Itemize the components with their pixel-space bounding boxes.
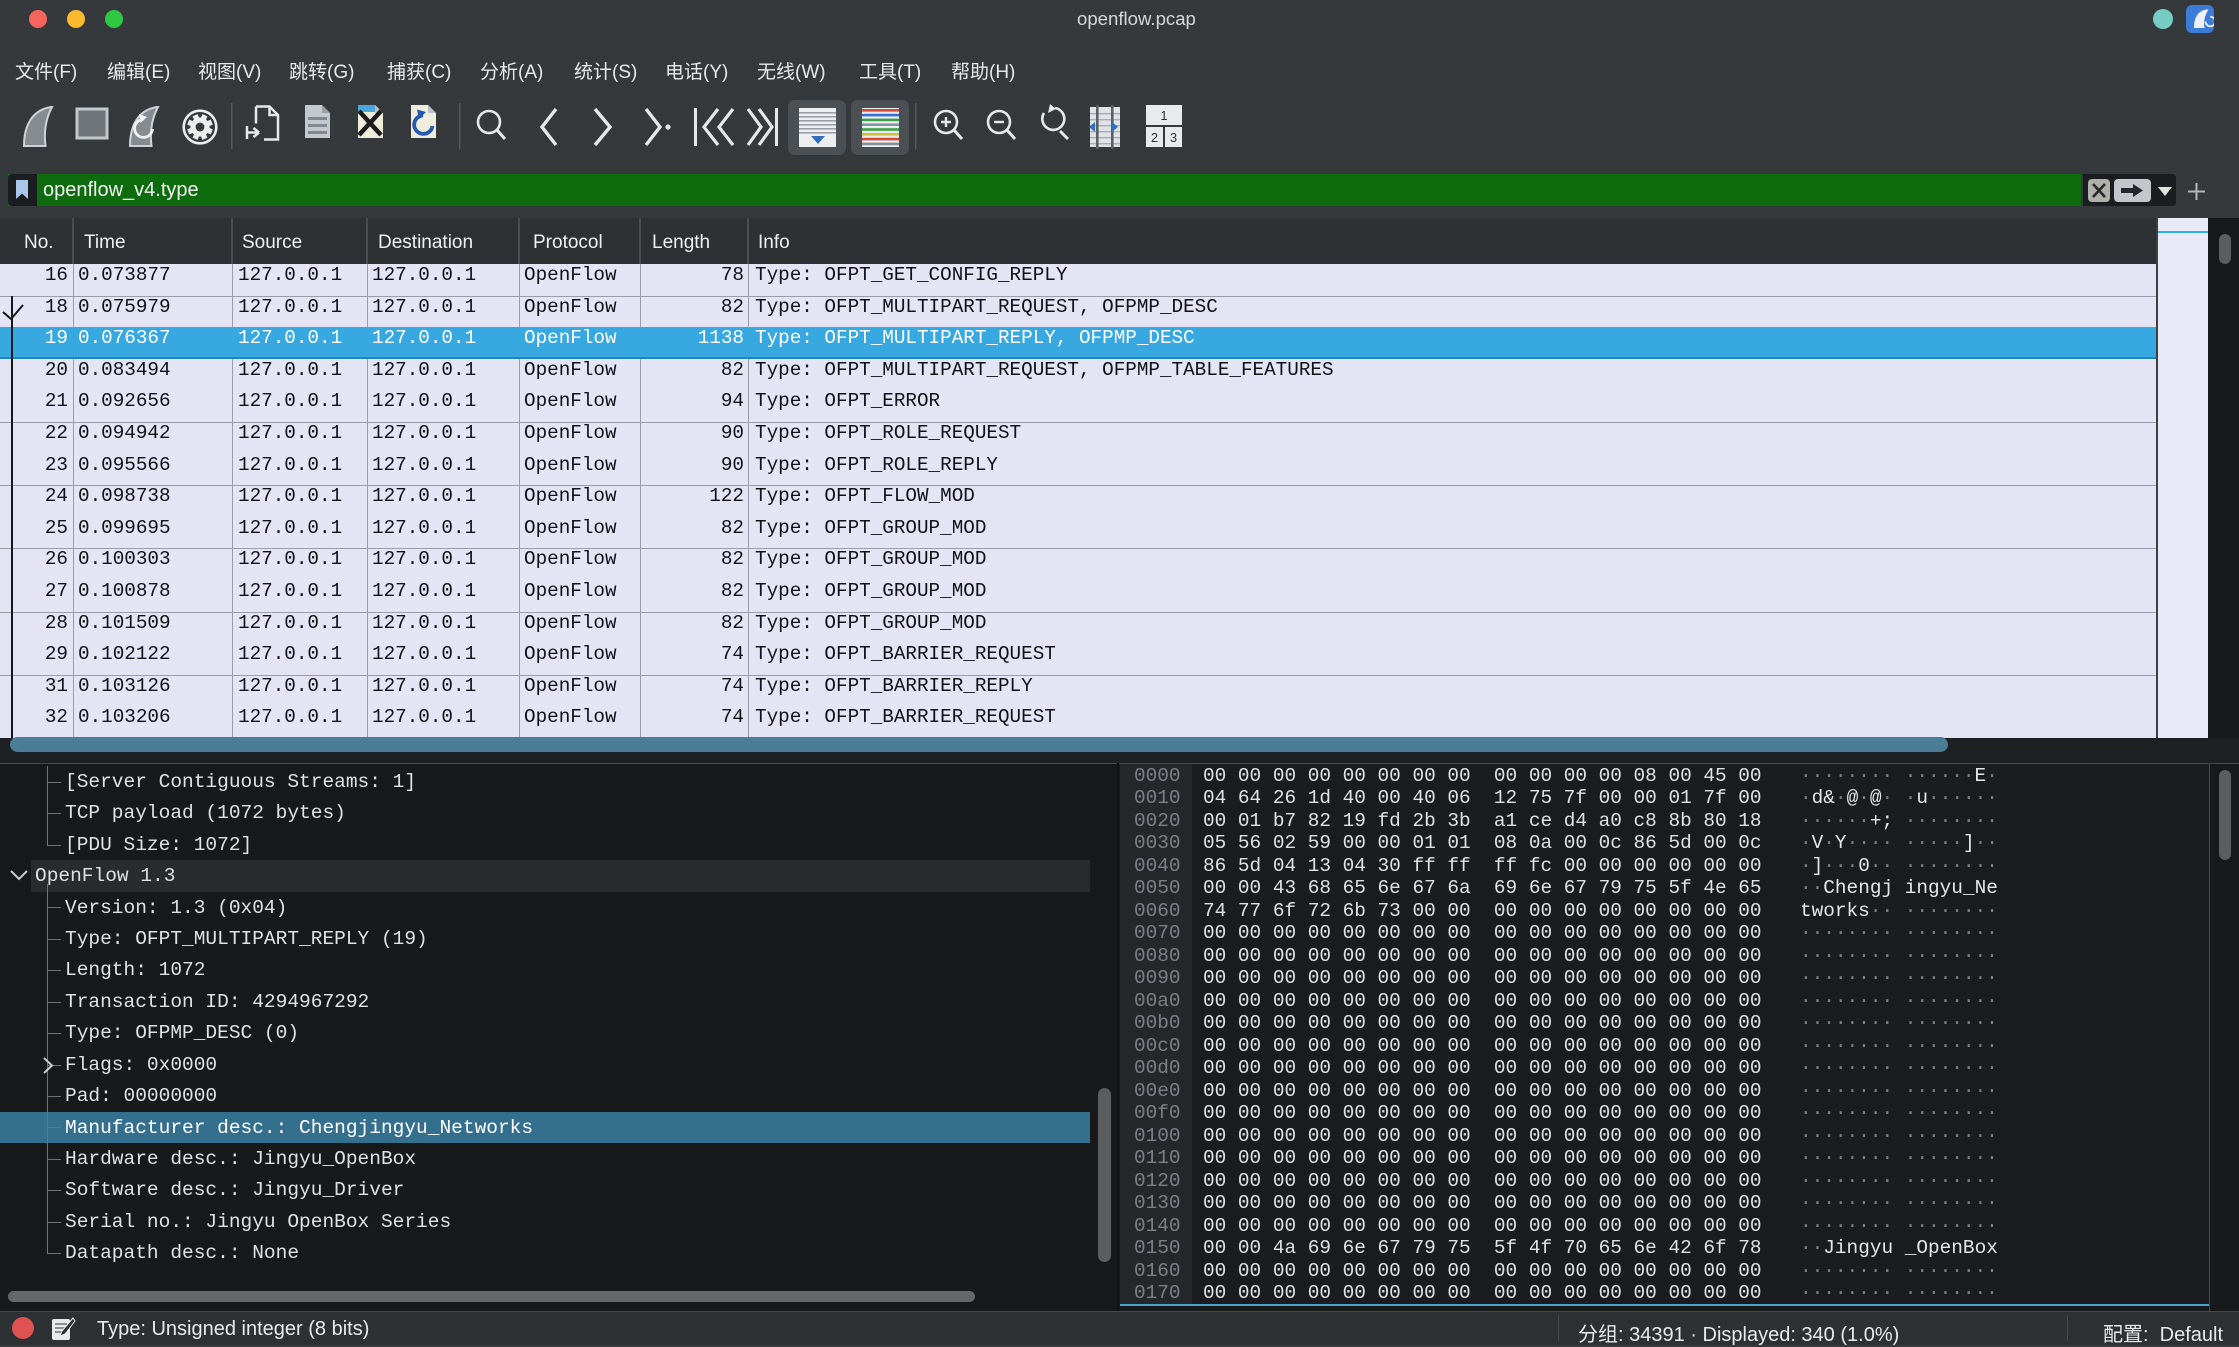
svg-text:2: 2 bbox=[1151, 130, 1158, 145]
svg-text:3: 3 bbox=[1170, 130, 1177, 145]
svg-text:1: 1 bbox=[1160, 108, 1167, 123]
